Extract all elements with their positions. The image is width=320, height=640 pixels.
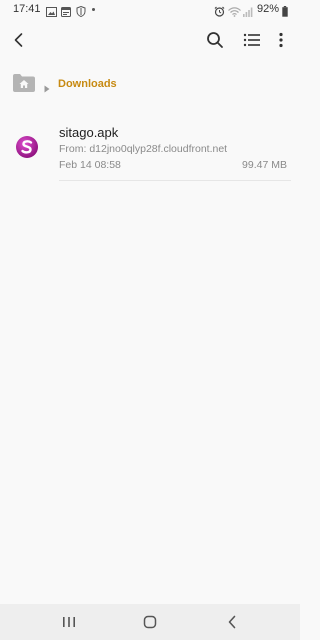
more-options-button[interactable] bbox=[269, 28, 293, 52]
search-icon bbox=[207, 32, 223, 48]
signal-icon bbox=[243, 4, 253, 22]
status-bar: 17:41 92% bbox=[0, 0, 300, 20]
back-icon bbox=[228, 615, 236, 629]
status-time: 17:41 bbox=[13, 3, 41, 15]
wifi-icon bbox=[228, 4, 241, 22]
breadcrumb-home-button[interactable] bbox=[12, 73, 36, 98]
more-options-icon bbox=[279, 32, 283, 48]
calendar-icon bbox=[61, 4, 71, 22]
home-button[interactable] bbox=[141, 613, 159, 631]
list-view-icon bbox=[243, 33, 260, 47]
file-size: 99.47 MB bbox=[242, 159, 287, 171]
search-button[interactable] bbox=[203, 28, 227, 52]
home-folder-icon bbox=[13, 74, 35, 92]
notification-dot bbox=[92, 8, 95, 11]
home-icon bbox=[143, 615, 157, 629]
recents-button[interactable] bbox=[60, 613, 78, 631]
navigation-bar bbox=[0, 604, 300, 640]
list-view-button[interactable] bbox=[240, 28, 264, 52]
toolbar bbox=[0, 22, 300, 58]
breadcrumb-current[interactable]: Downloads bbox=[58, 78, 117, 90]
file-date: Feb 14 08:58 bbox=[59, 159, 121, 171]
gallery-icon bbox=[46, 4, 57, 22]
list-item[interactable]: sitago.apk From: d12jno0qlyp28f.cloudfro… bbox=[0, 117, 300, 181]
shield-icon bbox=[76, 4, 86, 22]
alarm-icon bbox=[214, 4, 225, 22]
file-name: sitago.apk bbox=[59, 125, 119, 140]
list-divider bbox=[59, 180, 291, 181]
breadcrumb: Downloads bbox=[12, 73, 282, 97]
breadcrumb-arrow-icon bbox=[44, 80, 50, 98]
battery-percent: 92% bbox=[257, 3, 280, 15]
recents-icon bbox=[63, 617, 75, 627]
back-arrow-icon bbox=[14, 33, 23, 47]
nav-back-button[interactable] bbox=[223, 613, 241, 631]
back-button[interactable] bbox=[7, 28, 31, 52]
file-source: From: d12jno0qlyp28f.cloudfront.net bbox=[59, 143, 228, 155]
app-icon bbox=[15, 135, 39, 159]
battery-icon bbox=[282, 4, 288, 22]
